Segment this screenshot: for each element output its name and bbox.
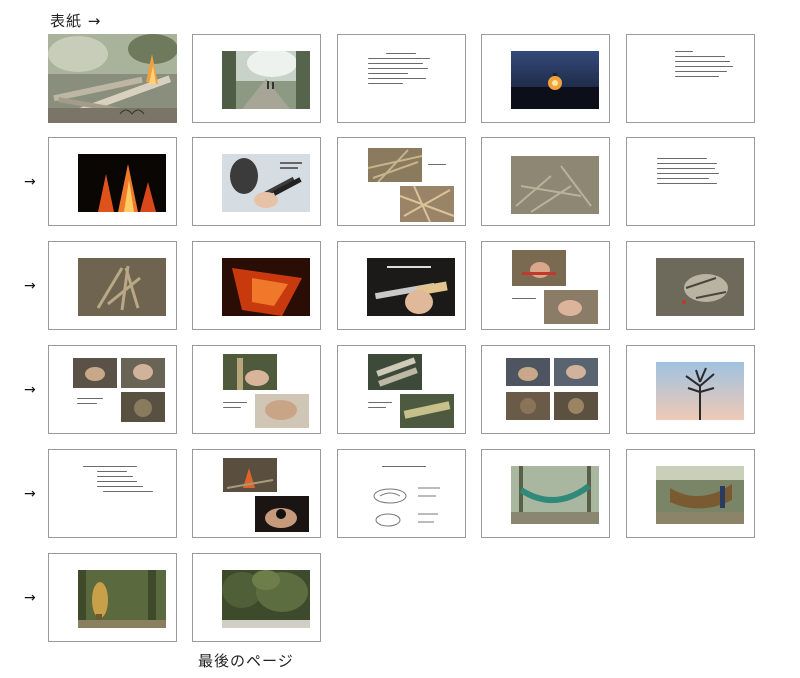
page-08[interactable] [337,137,466,226]
page-19-photo-c [506,392,550,420]
page-02[interactable] [192,34,321,123]
row-arrow-2: → [24,174,36,190]
page-21[interactable] [48,449,177,538]
page-05-handwriting [675,51,745,81]
page-24-photo [511,466,599,524]
page-10-handwriting [657,158,737,188]
page-13-photo [367,258,455,316]
page-22-photo-a [223,458,277,492]
page-12-photo [222,258,310,316]
row-arrow-5: → [24,486,36,502]
page-16-photo-c [121,392,165,422]
page-08-photo-a [368,148,422,182]
page-07-photo [222,154,310,212]
page-14-handwriting [512,298,540,303]
page-26[interactable] [48,553,177,642]
page-15[interactable] [626,241,755,330]
page-09[interactable] [481,137,610,226]
page-02-photo [222,51,310,109]
last-page-label: 最後のページ [198,652,294,670]
page-21-handwriting [83,466,153,496]
page-19-photo-a [506,358,550,386]
page-07[interactable] [192,137,321,226]
page-13[interactable] [337,241,466,330]
page-08-photo-b [400,186,454,222]
page-27[interactable] [192,553,321,642]
page-18-photo-b [400,394,454,428]
page-17-photo-a [223,354,277,390]
page-26-photo [78,570,166,628]
page-16-photo-a [73,358,117,388]
row-arrow-4: → [24,382,36,398]
page-19-photo-d [554,392,598,420]
page-12[interactable] [192,241,321,330]
page-08-handwriting [428,164,448,169]
page-09-photo [511,156,599,214]
page-24[interactable] [481,449,610,538]
page-17-photo-b [255,394,309,428]
cover-photo [48,34,177,123]
page-23[interactable] [337,449,466,538]
page-19[interactable] [481,345,610,434]
page-11-photo [78,258,166,316]
page-14-photo-b [544,290,598,324]
row-arrow-3: → [24,278,36,294]
page-23-handwriting [382,466,442,471]
page-20[interactable] [626,345,755,434]
page-18-photo-a [368,354,422,390]
page-cover[interactable] [48,34,177,123]
cover-label: 表紙 → [50,12,102,30]
page-16-handwriting [77,398,107,408]
page-22-photo-b [255,496,309,532]
page-06-photo [78,154,166,212]
page-18[interactable] [337,345,466,434]
page-20-photo [656,362,744,420]
page-03[interactable] [337,34,466,123]
page-18-handwriting [368,402,396,412]
page-23-sketch [373,487,440,527]
page-11[interactable] [48,241,177,330]
page-19-photo-b [554,358,598,386]
page-03-handwriting [368,53,438,88]
page-06[interactable] [48,137,177,226]
page-04[interactable] [481,34,610,123]
page-14[interactable] [481,241,610,330]
row-arrow-6: → [24,590,36,606]
page-05[interactable] [626,34,755,123]
page-17[interactable] [192,345,321,434]
page-15-photo [656,258,744,316]
page-16-photo-b [121,358,165,388]
page-16[interactable] [48,345,177,434]
page-17-handwriting [223,402,251,412]
page-22[interactable] [192,449,321,538]
page-27-photo [222,570,310,628]
page-10[interactable] [626,137,755,226]
page-25-photo [656,466,744,524]
page-14-photo-a [512,250,566,286]
page-25[interactable] [626,449,755,538]
page-04-photo [511,51,599,109]
